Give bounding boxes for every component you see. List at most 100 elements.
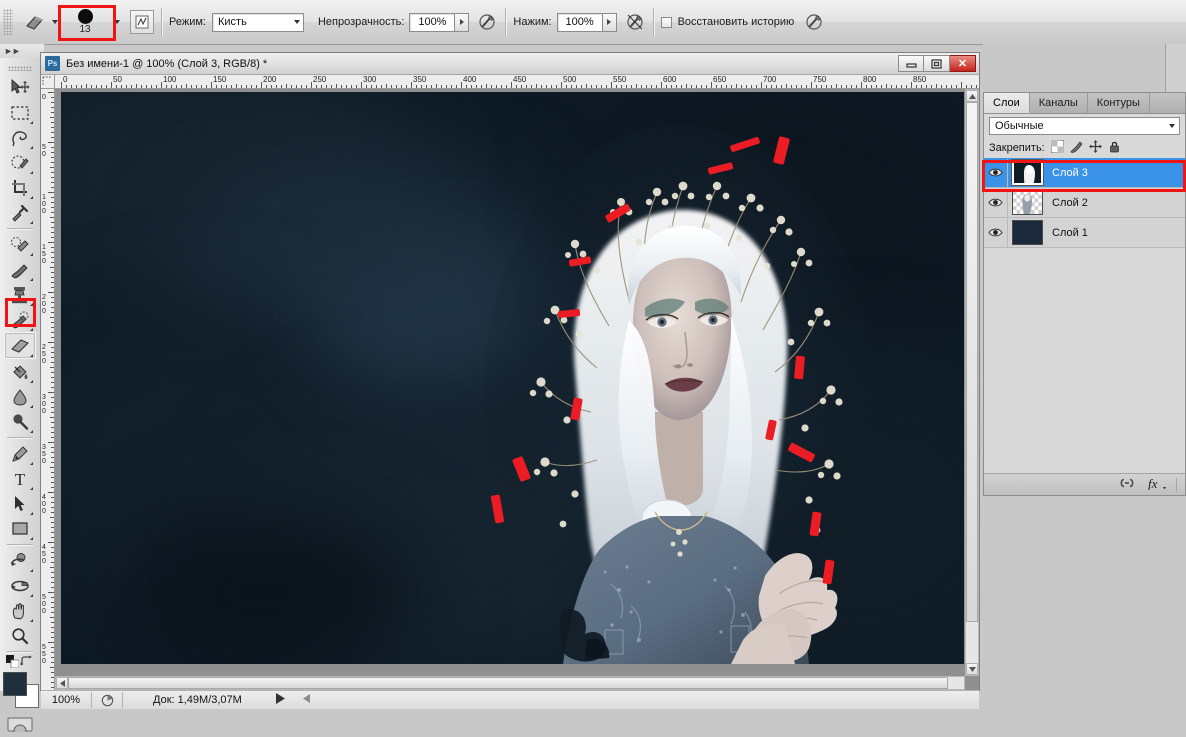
ruler-tick [571,85,572,88]
canvas-area[interactable] [55,89,979,690]
layer-visibility-toggle[interactable] [984,189,1008,217]
horizontal-scroll-thumb[interactable] [68,677,948,689]
scroll-up-button[interactable] [966,90,978,102]
table-row[interactable]: Слой 2 [984,188,1185,218]
blur-tool[interactable] [5,384,35,409]
canvas-vertical-scrollbar[interactable] [965,89,979,676]
document-title-bar[interactable]: Ps Без имени-1 @ 100% (Слой 3, RGB/8) * … [41,53,979,75]
lock-position-icon[interactable] [1089,140,1102,156]
restore-button[interactable] [924,55,950,72]
ruler-tick [676,85,677,88]
divider-3 [653,8,654,36]
clone-stamp-tool[interactable] [5,282,35,307]
ruler-tick [51,372,54,373]
rectangular-marquee-tool[interactable] [5,100,35,125]
vertical-ruler[interactable]: 050100150200250300350400450500550 [41,89,55,690]
eraser-icon[interactable] [21,10,47,34]
ruler-tick [51,347,54,348]
options-bar-grip[interactable] [3,9,13,35]
hand-tool[interactable] [5,598,35,623]
ruler-label: 800 [863,76,876,84]
tab-channels[interactable]: Каналы [1030,93,1088,113]
default-colors-icon[interactable] [6,655,19,671]
status-expand-button[interactable] [276,693,285,707]
lasso-tool[interactable] [5,125,35,150]
color-swatches[interactable] [3,672,37,706]
tablet-pressure-opacity-icon[interactable] [476,11,498,33]
tab-layers[interactable]: Слои [984,93,1030,113]
dodge-tool[interactable] [5,409,35,434]
layer-thumbnail[interactable] [1012,220,1043,245]
panel-dock-strip[interactable] [1165,44,1186,92]
ruler-tick [321,85,322,88]
erase-to-history-checkbox[interactable] [661,17,672,28]
mode-select[interactable]: Кисть [212,13,304,32]
tab-paths[interactable]: Контуры [1088,93,1150,113]
spot-healing-brush-tool[interactable] [5,232,35,257]
eraser-tool[interactable] [4,332,36,359]
scroll-down-button[interactable] [966,663,978,675]
layer-thumbnail[interactable] [1012,160,1043,185]
blend-mode-select[interactable]: Обычные [989,117,1180,135]
foreground-color-swatch[interactable] [3,672,27,696]
history-brush-tool[interactable] [5,307,35,332]
vertical-scroll-thumb[interactable] [966,102,978,622]
move-tool[interactable] [5,75,35,100]
ruler-tick [51,287,54,288]
rectangle-shape-tool[interactable] [5,516,35,541]
flow-slider-button[interactable] [603,13,617,32]
pen-tool[interactable] [5,441,35,466]
ruler-origin-corner[interactable] [41,75,55,89]
crop-tool[interactable] [5,175,35,200]
tablet-pressure-size-icon[interactable] [624,11,646,33]
ruler-tick [51,377,54,378]
brush-preset-picker[interactable]: 13 [58,3,112,41]
close-button[interactable]: ✕ [950,55,976,72]
lock-image-pixels-icon[interactable] [1070,140,1083,156]
minimize-button[interactable] [898,55,924,72]
layer-visibility-toggle[interactable] [984,159,1008,187]
ruler-tick [636,84,637,88]
zoom-level-field[interactable]: 100% [41,692,92,708]
opacity-slider-button[interactable] [455,13,469,32]
link-layers-icon[interactable] [1118,477,1136,492]
layer-visibility-toggle[interactable] [984,219,1008,247]
brush-picker-dropdown-arrow[interactable] [114,20,120,24]
zoom-tool[interactable] [5,623,35,648]
tools-panel-collapse-handle[interactable]: ►► [0,44,44,58]
lock-all-icon[interactable] [1108,140,1121,156]
table-row[interactable]: Слой 3 [984,158,1185,188]
ruler-tick [371,85,372,88]
quick-selection-tool[interactable] [5,150,35,175]
ruler-tick [51,202,54,203]
brush-tool[interactable] [5,257,35,282]
eyedropper-tool[interactable] [5,200,35,225]
lock-transparency-icon[interactable] [1051,140,1064,156]
image-canvas[interactable] [61,92,964,664]
opacity-input[interactable]: 100% [409,13,455,32]
ruler-tick [861,82,862,88]
3d-camera-rotate-tool[interactable] [5,573,35,598]
layer-style-fx-icon[interactable]: fx [1146,476,1166,493]
path-selection-tool[interactable] [5,491,35,516]
chevron-down-icon [1169,124,1175,128]
3d-object-rotate-tool[interactable] [5,548,35,573]
tools-grip[interactable] [8,66,32,71]
table-row[interactable]: Слой 1 [984,218,1185,248]
ruler-label: 200 [42,294,49,315]
brush-panel-icon[interactable] [130,10,154,34]
gradient-paint-bucket-tool[interactable] [5,359,35,384]
flow-input[interactable]: 100% [557,13,603,32]
horizontal-ruler[interactable]: 0501001502002503003504004505005506006507… [55,75,979,89]
ruler-tick [51,207,54,208]
scroll-left-button[interactable] [56,677,68,689]
doc-size-icon[interactable] [92,692,123,708]
airbrush-icon[interactable] [803,11,825,33]
layer-thumbnail[interactable] [1012,190,1043,215]
quick-mask-mode-toggle[interactable] [5,712,35,737]
ruler-tick [596,85,597,88]
ruler-tick [51,282,54,283]
canvas-horizontal-scrollbar[interactable] [55,676,965,690]
swap-colors-icon[interactable] [20,655,33,671]
horizontal-type-tool[interactable]: T [5,466,35,491]
